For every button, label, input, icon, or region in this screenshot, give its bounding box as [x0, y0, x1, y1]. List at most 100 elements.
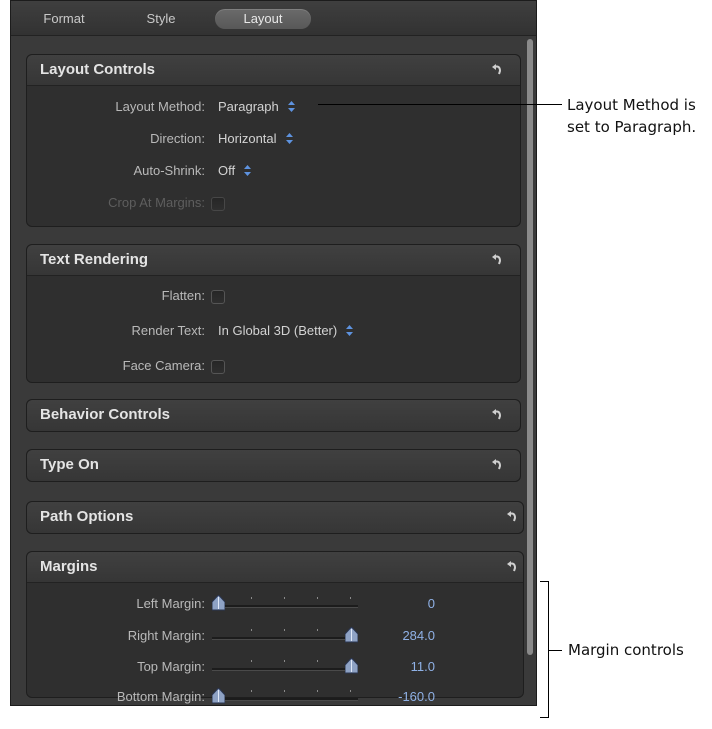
tab-layout[interactable]: Layout: [215, 9, 311, 29]
auto-shrink-popup[interactable]: Off: [218, 163, 252, 178]
inspector-panel: Format Style Layout Layout Controls Layo…: [10, 0, 537, 706]
direction-row: Direction: Horizontal: [27, 129, 520, 151]
layout-method-callout: Layout Method is set to Paragraph.: [567, 94, 696, 138]
text-rendering-group: Text Rendering Flatten: Render Text: In …: [26, 244, 521, 383]
slider-tick: [350, 690, 351, 692]
layout-method-popup[interactable]: Paragraph: [218, 99, 295, 114]
render-text-popup[interactable]: In Global 3D (Better): [218, 323, 354, 338]
left-margin-row: Left Margin: 0: [27, 594, 523, 616]
crop-at-margins-checkbox: [211, 197, 225, 211]
layout-method-callout-line1: Layout Method is: [567, 96, 696, 114]
reset-arrow-icon[interactable]: [505, 509, 519, 523]
flatten-checkbox[interactable]: [211, 290, 225, 304]
left-margin-slider[interactable]: [212, 595, 358, 611]
layout-method-value: Paragraph: [218, 99, 279, 114]
flatten-row: Flatten:: [27, 286, 520, 308]
right-margin-label: Right Margin:: [127, 628, 205, 643]
crop-at-margins-row: Crop At Margins:: [27, 193, 520, 215]
auto-shrink-label: Auto-Shrink:: [133, 163, 205, 178]
top-margin-label: Top Margin:: [137, 659, 205, 674]
slider-thumb-icon[interactable]: [212, 595, 225, 611]
margins-title: Margins: [40, 558, 98, 575]
reset-arrow-icon[interactable]: [490, 457, 504, 471]
layout-controls-header[interactable]: Layout Controls: [27, 55, 520, 86]
behavior-controls-title: Behavior Controls: [40, 406, 171, 423]
slider-tick: [350, 597, 351, 599]
margin-controls-callout: Margin controls: [568, 641, 684, 659]
slider-tick: [317, 690, 318, 692]
text-rendering-header[interactable]: Text Rendering: [27, 245, 520, 276]
behavior-controls-group: Behavior Controls: [26, 399, 521, 432]
bottom-margin-slider[interactable]: [212, 688, 358, 704]
slider-tick: [251, 597, 252, 599]
slider-tick: [251, 690, 252, 692]
right-margin-value[interactable]: 284.0: [402, 628, 435, 643]
flatten-label: Flatten:: [161, 288, 205, 303]
slider-tick: [284, 660, 285, 662]
stepper-updown-icon: [285, 133, 293, 144]
slider-tick: [317, 660, 318, 662]
reset-arrow-icon[interactable]: [505, 559, 519, 573]
stepper-updown-icon: [287, 101, 295, 112]
bottom-margin-label: Bottom Margin:: [116, 689, 205, 704]
margin-bracket-bottom: [540, 717, 549, 718]
render-text-row: Render Text: In Global 3D (Better): [27, 321, 520, 343]
margin-bracket-pointer: [549, 650, 562, 651]
reset-arrow-icon[interactable]: [490, 252, 504, 266]
layout-method-row: Layout Method: Paragraph: [27, 97, 520, 119]
face-camera-label: Face Camera:: [122, 358, 205, 373]
inspector-tab-bar: Format Style Layout: [11, 1, 536, 36]
vertical-scrollbar[interactable]: [527, 39, 533, 655]
layout-method-callout-line2: set to Paragraph.: [567, 118, 697, 136]
slider-thumb-icon[interactable]: [345, 658, 358, 674]
stepper-updown-icon: [244, 165, 252, 176]
slider-tick: [317, 629, 318, 631]
face-camera-checkbox[interactable]: [211, 360, 225, 374]
layout-controls-group: Layout Controls Layout Method: Paragraph…: [26, 54, 521, 227]
behavior-controls-header[interactable]: Behavior Controls: [27, 400, 520, 431]
stepper-updown-icon: [346, 325, 354, 336]
slider-thumb-icon[interactable]: [345, 627, 358, 643]
reset-arrow-icon[interactable]: [490, 407, 504, 421]
direction-value: Horizontal: [218, 131, 277, 146]
direction-popup[interactable]: Horizontal: [218, 131, 293, 146]
bottom-margin-value[interactable]: -160.0: [398, 689, 435, 704]
slider-tick: [284, 629, 285, 631]
auto-shrink-row: Auto-Shrink: Off: [27, 161, 520, 183]
slider-thumb-icon[interactable]: [212, 688, 225, 704]
render-text-value: In Global 3D (Better): [218, 323, 338, 338]
path-options-group: Path Options: [26, 501, 524, 534]
layout-controls-title: Layout Controls: [40, 61, 155, 78]
path-options-title: Path Options: [40, 508, 134, 525]
path-options-header[interactable]: Path Options: [27, 502, 523, 533]
margins-group: Margins Left Margin: 0 Right Margin: 284…: [26, 551, 524, 704]
direction-label: Direction:: [150, 131, 205, 146]
crop-at-margins-label: Crop At Margins:: [108, 195, 205, 210]
left-margin-value[interactable]: 0: [428, 596, 435, 611]
layout-method-label: Layout Method:: [115, 99, 205, 114]
type-on-group: Type On: [26, 449, 521, 482]
slider-tick: [251, 629, 252, 631]
slider-tick: [251, 660, 252, 662]
render-text-label: Render Text:: [131, 323, 205, 338]
slider-tick: [317, 597, 318, 599]
right-margin-row: Right Margin: 284.0: [27, 626, 523, 648]
auto-shrink-value: Off: [218, 163, 236, 178]
text-rendering-title: Text Rendering: [40, 251, 149, 268]
reset-arrow-icon[interactable]: [490, 62, 504, 76]
bottom-margin-row: Bottom Margin: -160.0: [27, 687, 523, 705]
slider-tick: [284, 690, 285, 692]
top-margin-row: Top Margin: 11.0: [27, 657, 523, 679]
layout-method-callout-line: [318, 104, 562, 105]
tab-style[interactable]: Style: [131, 9, 191, 29]
slider-tick: [284, 597, 285, 599]
margins-header[interactable]: Margins: [27, 552, 523, 583]
type-on-header[interactable]: Type On: [27, 450, 520, 481]
top-margin-slider[interactable]: [212, 658, 358, 674]
type-on-title: Type On: [40, 456, 99, 473]
left-margin-label: Left Margin:: [136, 596, 205, 611]
top-margin-value[interactable]: 11.0: [411, 659, 435, 674]
right-margin-slider[interactable]: [212, 627, 358, 643]
face-camera-row: Face Camera:: [27, 356, 520, 378]
tab-format[interactable]: Format: [29, 9, 99, 29]
